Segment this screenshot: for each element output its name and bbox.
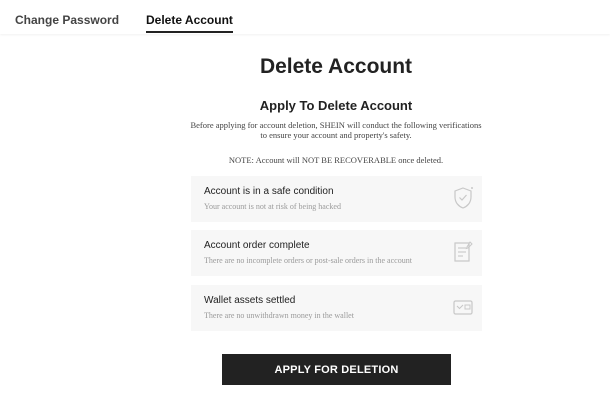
check-title: Account order complete — [204, 240, 310, 251]
check-title: Account is in a safe condition — [204, 186, 334, 197]
shield-check-icon — [452, 185, 474, 211]
wallet-icon — [452, 294, 474, 320]
check-card-wallet-settled: Wallet assets settled There are no unwit… — [191, 285, 482, 331]
order-document-icon — [452, 239, 474, 265]
check-title: Wallet assets settled — [204, 295, 296, 306]
deletion-description: Before applying for account deletion, SH… — [186, 120, 486, 140]
section-subtitle: Apply To Delete Account — [259, 98, 413, 113]
tab-change-password[interactable]: Change Password — [15, 13, 119, 27]
check-card-order-complete: Account order complete There are no inco… — [191, 230, 482, 276]
account-tabs-bar: Change Password Delete Account — [0, 0, 610, 34]
description-line-2: to ensure your account and property's sa… — [260, 130, 412, 140]
check-card-safe-condition: Account is in a safe condition Your acco… — [191, 176, 482, 222]
page-title: Delete Account — [259, 55, 413, 78]
apply-for-deletion-button[interactable]: APPLY FOR DELETION — [222, 354, 451, 385]
check-description: There are no incomplete orders or post-s… — [204, 256, 412, 265]
check-description: Your account is not at risk of being hac… — [204, 202, 341, 211]
description-line-1: Before applying for account deletion, SH… — [190, 120, 482, 130]
deletion-note: NOTE: Account will NOT BE RECOVERABLE on… — [228, 155, 444, 165]
check-description: There are no unwithdrawn money in the wa… — [204, 311, 354, 320]
tab-delete-account[interactable]: Delete Account — [146, 13, 233, 33]
